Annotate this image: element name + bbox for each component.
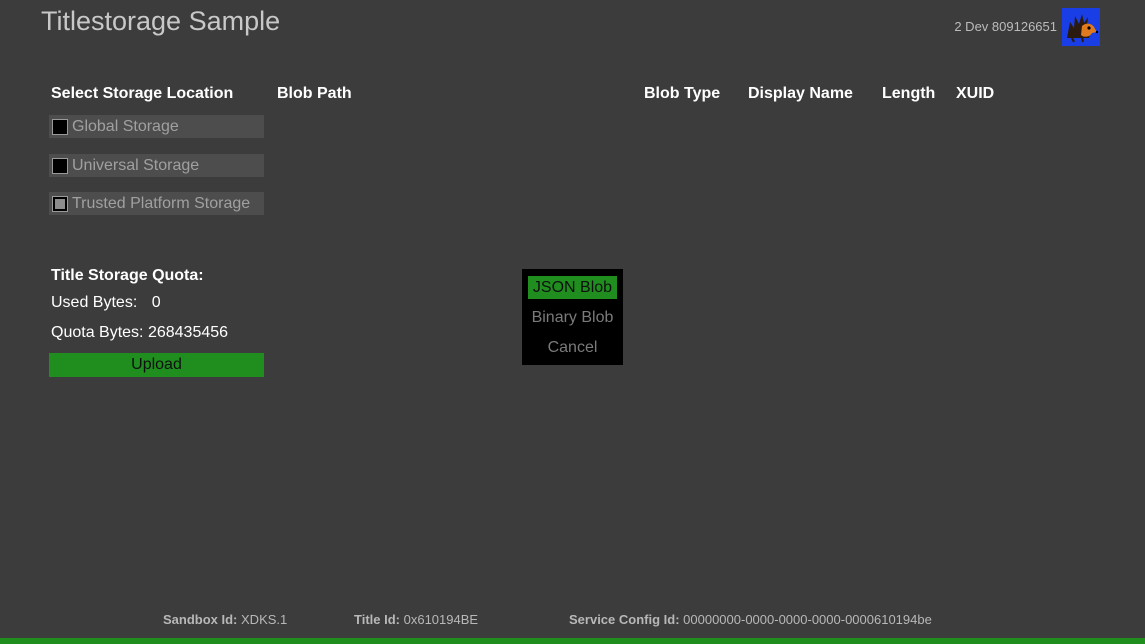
universal-storage-checkbox[interactable]: Universal Storage — [49, 154, 264, 177]
used-bytes-label: Used Bytes: — [51, 294, 138, 311]
checkbox-icon — [52, 118, 68, 135]
length-header: Length — [882, 85, 936, 102]
user-gamertag: 2 Dev 809126651 — [954, 19, 1057, 34]
quota-bytes-label: Quota Bytes: — [51, 324, 144, 341]
checkbox-label: Universal Storage — [72, 156, 200, 174]
display-name-header: Display Name — [748, 85, 853, 102]
checkbox-icon — [52, 157, 68, 174]
checkbox-disabled-icon — [52, 195, 68, 212]
bottom-accent-bar — [0, 638, 1145, 644]
global-storage-checkbox[interactable]: Global Storage — [49, 115, 264, 138]
binary-blob-menu-item[interactable]: Binary Blob — [528, 306, 617, 329]
sandbox-id-value: XDKS.1 — [241, 612, 288, 627]
json-blob-menu-item[interactable]: JSON Blob — [528, 276, 617, 299]
checkbox-label: Trusted Platform Storage — [72, 194, 251, 212]
quota-title: Title Storage Quota: — [51, 267, 204, 284]
title-id-value: 0x610194BE — [403, 612, 479, 627]
sandbox-id-label: Sandbox Id: — [163, 612, 238, 627]
sandbox-id-footer: Sandbox Id: XDKS.1 — [163, 612, 287, 627]
service-config-id-value: 00000000-0000-0000-0000-0000610194be — [683, 612, 932, 627]
checkbox-label: Global Storage — [72, 117, 179, 135]
blob-type-header: Blob Type — [644, 85, 721, 102]
cancel-menu-item[interactable]: Cancel — [528, 336, 617, 359]
used-bytes-value: 0 — [151, 294, 161, 311]
service-config-id-label: Service Config Id: — [569, 612, 680, 627]
blob-path-header: Blob Path — [277, 85, 352, 102]
blob-type-popup-menu: JSON Blob Binary Blob Cancel — [522, 269, 623, 365]
quota-bytes-value: 268435456 — [147, 324, 229, 341]
quota-bytes-line: Quota Bytes: 268435456 — [51, 324, 228, 342]
trusted-platform-storage-checkbox[interactable]: Trusted Platform Storage — [49, 192, 264, 215]
used-bytes-line: Used Bytes: 0 — [51, 294, 161, 312]
title-id-footer: Title Id: 0x610194BE — [354, 612, 478, 627]
service-config-id-footer: Service Config Id: 00000000-0000-0000-00… — [569, 612, 932, 627]
upload-button[interactable]: Upload — [49, 353, 264, 377]
hedgehog-avatar-icon[interactable] — [1062, 8, 1100, 46]
app-title: Titlestorage Sample — [41, 6, 281, 36]
xuid-header: XUID — [956, 85, 995, 102]
select-storage-header: Select Storage Location — [51, 85, 234, 102]
hedgehog-icon — [1062, 8, 1100, 46]
title-id-label: Title Id: — [354, 612, 400, 627]
